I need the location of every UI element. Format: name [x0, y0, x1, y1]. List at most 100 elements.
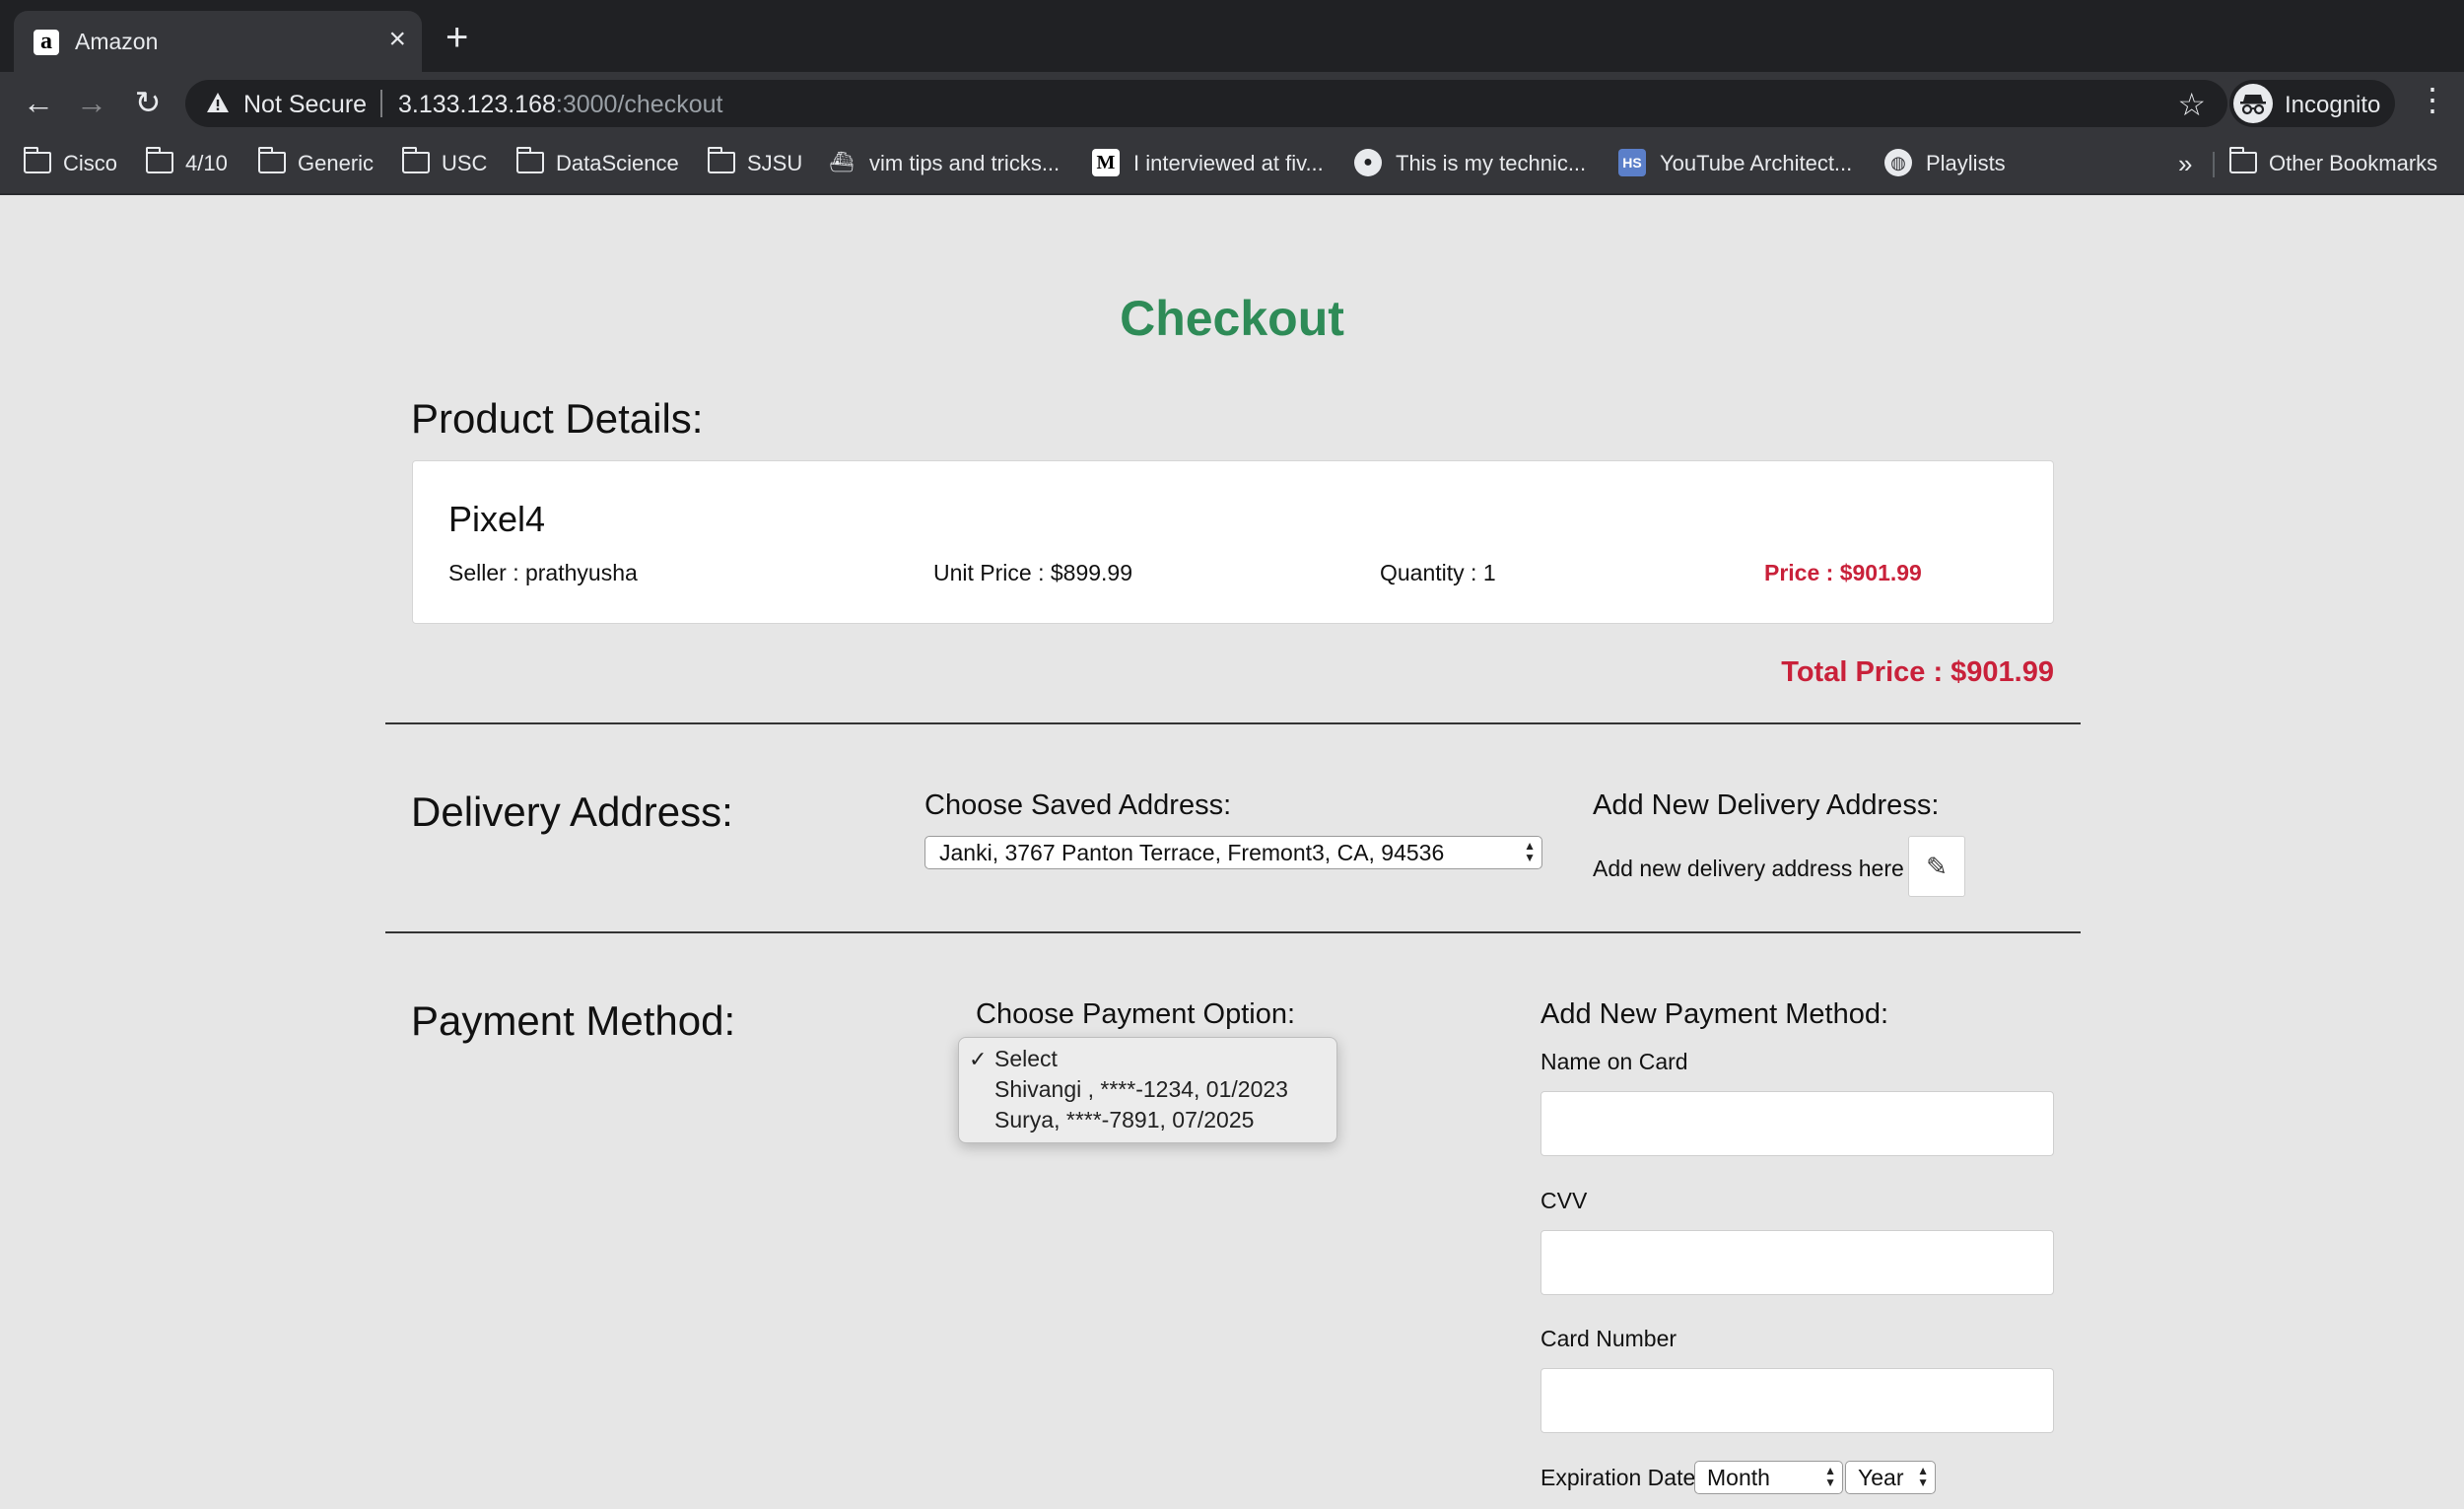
saved-address-label: Choose Saved Address:: [924, 789, 1232, 821]
github-icon: ●: [1354, 149, 1382, 177]
saved-address-value: Janki, 3767 Panton Terrace, Fremont3, CA…: [939, 840, 1445, 865]
product-card: Pixel4 Seller : prathyusha Unit Price : …: [412, 460, 2054, 624]
bookmark-label: Cisco: [63, 151, 118, 175]
cvv-input[interactable]: [1540, 1230, 2054, 1295]
bookmark-label: USC: [442, 151, 488, 175]
product-details-heading: Product Details:: [411, 395, 704, 442]
browser-tab-strip: a Amazon × +: [0, 0, 2464, 72]
payment-method-heading: Payment Method:: [411, 997, 736, 1044]
bookmarks-overflow-button[interactable]: »: [2178, 148, 2192, 179]
bookmark-label: SJSU: [747, 151, 803, 175]
bookmark-label: vim tips and tricks...: [869, 151, 1061, 175]
delivery-address-heading: Delivery Address:: [411, 789, 733, 835]
incognito-icon: [2233, 84, 2273, 123]
select-arrows-icon: ▲ ▼: [1824, 1464, 1836, 1489]
checkmark-icon: ✓: [969, 1047, 988, 1071]
section-divider: [385, 722, 2081, 724]
payment-option-label: Choose Payment Option:: [976, 998, 1296, 1030]
expiration-year-select[interactable]: Year ▲ ▼: [1845, 1461, 1936, 1494]
folder-icon: [515, 147, 544, 174]
bookmarks-bar: Cisco 4/10 Generic USC DataScience SJSU …: [0, 134, 2464, 195]
address-bar[interactable]: Not Secure 3.133.123.168:3000/checkout ☆: [185, 80, 2227, 127]
payment-option-dropdown[interactable]: ✓ Select Shivangi , ****-1234, 01/2023 S…: [958, 1037, 1337, 1143]
url-path: :3000/checkout: [555, 91, 723, 118]
bookmark-generic[interactable]: Generic: [257, 147, 375, 179]
product-quantity: Quantity : 1: [1380, 560, 1496, 585]
folder-icon: [707, 147, 735, 174]
reload-button[interactable]: ↻: [127, 82, 169, 123]
bookmark-label: 4/10: [185, 151, 228, 175]
globe-icon: ◍: [1884, 149, 1912, 177]
new-address-label: Add New Delivery Address:: [1593, 789, 1940, 821]
forward-button[interactable]: →: [71, 82, 112, 123]
payment-option-select[interactable]: Select: [994, 1046, 1058, 1072]
browser-toolbar: ← → ↻ Not Secure 3.133.123.168:3000/chec…: [0, 72, 2464, 134]
amazon-favicon-icon: a: [34, 30, 59, 55]
bookmark-4-10[interactable]: 4/10: [145, 147, 228, 179]
bookmark-label: Playlists: [1926, 151, 2006, 175]
product-name: Pixel4: [448, 499, 546, 539]
bookmark-label: DataScience: [556, 151, 679, 175]
medium-logo-icon: M: [1092, 149, 1120, 177]
year-value: Year: [1858, 1465, 1904, 1490]
close-icon[interactable]: ×: [388, 25, 406, 54]
new-address-hint: Add new delivery address here: [1593, 856, 1904, 881]
star-icon[interactable]: ☆: [2177, 86, 2206, 123]
browser-tab-amazon[interactable]: a Amazon ×: [14, 11, 422, 72]
folder-icon: [257, 147, 286, 174]
url-text[interactable]: 3.133.123.168:3000/checkout: [398, 91, 722, 119]
bookmark-cisco[interactable]: Cisco: [23, 147, 118, 179]
bookmark-other[interactable]: Other Bookmarks: [2228, 147, 2438, 179]
highscalability-icon: HS: [1618, 149, 1646, 177]
pencil-icon: ✎: [1926, 852, 1948, 881]
url-host: 3.133.123.168: [398, 91, 556, 118]
saved-address-select[interactable]: Janki, 3767 Panton Terrace, Fremont3, CA…: [924, 836, 1542, 869]
bookmark-playlists[interactable]: ◍ Playlists: [1884, 148, 2006, 179]
select-arrows-icon: ▲ ▼: [1917, 1464, 1929, 1489]
product-seller: Seller : prathyusha: [448, 560, 638, 585]
month-value: Month: [1707, 1465, 1770, 1490]
bookmark-youtube-architect[interactable]: HS YouTube Architect...: [1618, 148, 1852, 179]
more-options-icon[interactable]: ⋮: [2417, 80, 2448, 119]
ship-icon: ⛴: [829, 152, 855, 174]
new-payment-label: Add New Payment Method:: [1540, 998, 1889, 1030]
select-arrows-icon: ▲ ▼: [1524, 839, 1536, 864]
bookmark-usc[interactable]: USC: [401, 147, 488, 179]
name-on-card-label: Name on Card: [1540, 1049, 1688, 1074]
folder-icon: [145, 147, 173, 174]
security-status[interactable]: Not Secure: [243, 91, 367, 119]
cvv-label: CVV: [1540, 1188, 1588, 1213]
payment-option-surya[interactable]: Surya, ****-7891, 07/2025: [994, 1107, 1254, 1133]
bookmark-label: I interviewed at fiv...: [1133, 151, 1324, 175]
card-number-label: Card Number: [1540, 1326, 1677, 1351]
bookmark-label: This is my technic...: [1396, 151, 1587, 175]
total-price: Total Price : $901.99: [1781, 656, 2054, 688]
incognito-profile-button[interactable]: Incognito: [2229, 80, 2395, 127]
bookmark-sjsu[interactable]: SJSU: [707, 147, 803, 179]
bookmark-label: Other Bookmarks: [2269, 151, 2438, 175]
name-on-card-input[interactable]: [1540, 1091, 2054, 1156]
add-address-button[interactable]: ✎: [1908, 836, 1965, 897]
folder-icon: [401, 147, 430, 174]
bookmark-vim-tips[interactable]: ⛴ vim tips and tricks...: [828, 148, 1060, 179]
bookmark-label: YouTube Architect...: [1660, 151, 1853, 175]
new-tab-button[interactable]: +: [445, 18, 468, 57]
bookmark-datascience[interactable]: DataScience: [515, 147, 679, 179]
address-divider: [380, 90, 382, 117]
incognito-label: Incognito: [2285, 92, 2381, 118]
warning-icon: [207, 93, 229, 112]
expiration-month-select[interactable]: Month ▲ ▼: [1694, 1461, 1843, 1494]
bookmark-technic[interactable]: ● This is my technic...: [1354, 148, 1586, 179]
expiration-date-label: Expiration Date: [1540, 1465, 1696, 1490]
page-title: Checkout: [1120, 291, 1344, 346]
back-button[interactable]: ←: [18, 82, 59, 123]
bookmark-label: Generic: [298, 151, 375, 175]
bookmark-interviewed[interactable]: M I interviewed at fiv...: [1092, 148, 1324, 179]
folder-icon: [23, 147, 51, 174]
folder-icon: [2228, 147, 2257, 174]
tab-title: Amazon: [75, 29, 159, 54]
product-price: Price : $901.99: [1764, 560, 1922, 585]
card-number-input[interactable]: [1540, 1368, 2054, 1433]
product-unit-price: Unit Price : $899.99: [933, 560, 1133, 585]
payment-option-shivangi[interactable]: Shivangi , ****-1234, 01/2023: [994, 1076, 1288, 1103]
